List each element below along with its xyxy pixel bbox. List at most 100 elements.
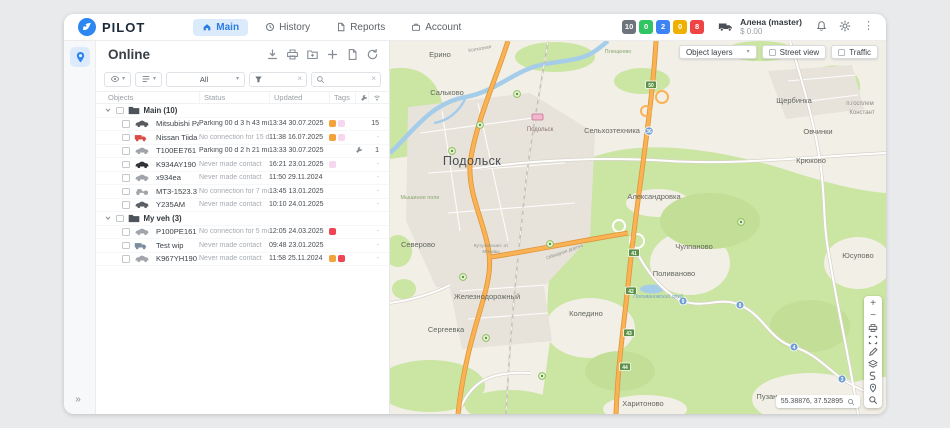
objects-panel: Online ▾ ▾ All ▾ bbox=[96, 41, 390, 414]
table-row[interactable]: x934ea Never made contact 11:50 29.11.20… bbox=[96, 172, 389, 186]
history-icon bbox=[265, 22, 275, 32]
layers-icon[interactable] bbox=[866, 358, 880, 370]
tag-filter-input[interactable]: × bbox=[249, 72, 307, 87]
map-label: Харитоново bbox=[622, 399, 663, 408]
top-header: PILOT Main History Reports Account 10 bbox=[64, 14, 886, 41]
counter-blue[interactable]: 2 bbox=[656, 20, 670, 34]
row-checkbox[interactable] bbox=[122, 134, 130, 142]
folder-icon bbox=[128, 106, 140, 115]
table-row[interactable]: P100PE161 No connection for 5 mon 12:05 … bbox=[96, 226, 389, 240]
table-row[interactable]: K967YH190 Never made contact 11:58 25.11… bbox=[96, 253, 389, 267]
caret-icon: ▾ bbox=[236, 76, 239, 82]
selection-frame-icon[interactable] bbox=[866, 334, 880, 346]
group-select[interactable]: All ▾ bbox=[166, 72, 245, 87]
map-area[interactable]: 50 36 41 42 43 44 9 8 4 3 Ерино Сальково… bbox=[390, 41, 886, 414]
table-row[interactable]: Mitsubishi Pajero Parking 00 d 3 h 43 mi… bbox=[96, 118, 389, 132]
marker-icon[interactable] bbox=[866, 382, 880, 394]
row-checkbox[interactable] bbox=[122, 255, 130, 263]
row-checkbox[interactable] bbox=[122, 174, 130, 182]
app-logo[interactable]: PILOT bbox=[78, 18, 145, 36]
col-objects[interactable]: Objects bbox=[108, 92, 199, 103]
zoom-in-button[interactable]: + bbox=[866, 298, 880, 310]
map-print-icon[interactable] bbox=[866, 322, 880, 334]
table-row[interactable]: Test wip Never made contact 09:48 23.01.… bbox=[96, 239, 389, 253]
table-row[interactable]: MT3-1523.3 No connection for 7 mon 13:45… bbox=[96, 185, 389, 199]
zoom-out-button[interactable]: − bbox=[866, 310, 880, 322]
tab-account[interactable]: Account bbox=[402, 19, 470, 36]
table-row[interactable]: T100EE761 Parking 00 d 2 h 21 min 13:33 … bbox=[96, 145, 389, 159]
street-view-checkbox[interactable] bbox=[769, 49, 776, 56]
row-checkbox[interactable] bbox=[122, 147, 130, 155]
tab-reports[interactable]: Reports bbox=[327, 19, 394, 36]
table-row[interactable]: Nissan Tiida No connection for 15 day 11… bbox=[96, 131, 389, 145]
expand-panel-button[interactable]: » bbox=[70, 392, 86, 406]
add-folder-icon[interactable] bbox=[306, 48, 319, 61]
group-checkbox[interactable] bbox=[116, 215, 124, 223]
row-checkbox[interactable] bbox=[122, 201, 130, 209]
counter-red[interactable]: 8 bbox=[690, 20, 704, 34]
vehicle-icon bbox=[134, 227, 150, 236]
tab-main[interactable]: Main bbox=[193, 19, 248, 36]
object-name: Test wip bbox=[156, 241, 199, 250]
tab-label: Account bbox=[425, 22, 461, 33]
object-status: Never made contact bbox=[199, 242, 269, 249]
col-status[interactable]: Status bbox=[199, 92, 269, 103]
grouping-dropdown[interactable]: ▾ bbox=[135, 72, 162, 87]
object-count: - bbox=[368, 228, 389, 235]
group-checkbox[interactable] bbox=[116, 107, 124, 115]
routes-icon[interactable] bbox=[866, 370, 880, 382]
map-search-icon[interactable] bbox=[866, 394, 880, 406]
col-tags[interactable]: Tags bbox=[329, 92, 355, 103]
tag-orange bbox=[329, 134, 336, 141]
notifications-bell-icon[interactable] bbox=[816, 20, 827, 33]
search-input[interactable]: × bbox=[311, 72, 381, 87]
group-name: Main (10) bbox=[144, 106, 178, 115]
user-menu[interactable]: Алена (master) $ 0.00 bbox=[718, 18, 802, 37]
row-checkbox[interactable] bbox=[122, 161, 130, 169]
traffic-checkbox[interactable] bbox=[838, 49, 845, 56]
report-file-icon[interactable] bbox=[346, 48, 359, 61]
tab-history[interactable]: History bbox=[256, 19, 319, 36]
tractor-icon bbox=[134, 187, 150, 196]
clear-search-icon[interactable]: × bbox=[371, 75, 376, 83]
search-icon bbox=[847, 398, 855, 406]
object-layers-button[interactable]: Object layers ▾ bbox=[679, 45, 757, 59]
clear-filter-icon[interactable]: × bbox=[297, 75, 302, 83]
map-canvas[interactable]: 50 36 41 42 43 44 9 8 4 3 Ерино Сальково… bbox=[390, 41, 886, 414]
kebab-menu-icon[interactable]: ⋮ bbox=[863, 20, 874, 33]
street-view-toggle[interactable]: Street view bbox=[762, 45, 827, 59]
col-updated[interactable]: Updated bbox=[269, 92, 329, 103]
station-marker[interactable] bbox=[532, 114, 543, 120]
chevron-down-icon[interactable] bbox=[104, 106, 112, 114]
group-row-main[interactable]: Main (10) bbox=[96, 104, 389, 118]
signal-icon bbox=[373, 94, 381, 102]
settings-gear-icon[interactable] bbox=[839, 20, 851, 33]
row-checkbox[interactable] bbox=[122, 188, 130, 196]
group-row-my-veh[interactable]: My veh (3) bbox=[96, 212, 389, 226]
map-label: п.госплем bbox=[846, 101, 874, 107]
row-checkbox[interactable] bbox=[122, 228, 130, 236]
map-pin-button[interactable] bbox=[70, 47, 90, 67]
visibility-dropdown[interactable]: ▾ bbox=[104, 72, 131, 87]
table-row[interactable]: K934AY190 Never made contact 16:21 23.01… bbox=[96, 158, 389, 172]
object-name: T100EE761 bbox=[156, 146, 199, 155]
counter-yellow[interactable]: 0 bbox=[673, 20, 687, 34]
map-label: Подольск bbox=[527, 127, 554, 133]
print-icon[interactable] bbox=[286, 48, 299, 61]
tag-list bbox=[329, 255, 355, 262]
download-icon[interactable] bbox=[266, 48, 279, 61]
refresh-icon[interactable] bbox=[366, 48, 379, 61]
chevron-down-icon[interactable] bbox=[104, 214, 112, 222]
measure-pencil-icon[interactable] bbox=[866, 346, 880, 358]
table-row[interactable]: Y235AM Never made contact 10:10 24.01.20… bbox=[96, 199, 389, 213]
row-checkbox[interactable] bbox=[122, 242, 130, 250]
row-checkbox[interactable] bbox=[122, 120, 130, 128]
object-name: MT3-1523.3 bbox=[156, 187, 199, 196]
caret-icon: ▾ bbox=[122, 76, 125, 82]
counter-green[interactable]: 0 bbox=[639, 20, 653, 34]
counter-gray[interactable]: 10 bbox=[622, 20, 636, 34]
cursor-coordinates[interactable]: 55.38876, 37.52895 bbox=[776, 395, 860, 408]
add-object-icon[interactable] bbox=[326, 48, 339, 61]
map-label: Сельхозтехника bbox=[584, 126, 641, 135]
traffic-toggle[interactable]: Traffic bbox=[831, 45, 878, 59]
